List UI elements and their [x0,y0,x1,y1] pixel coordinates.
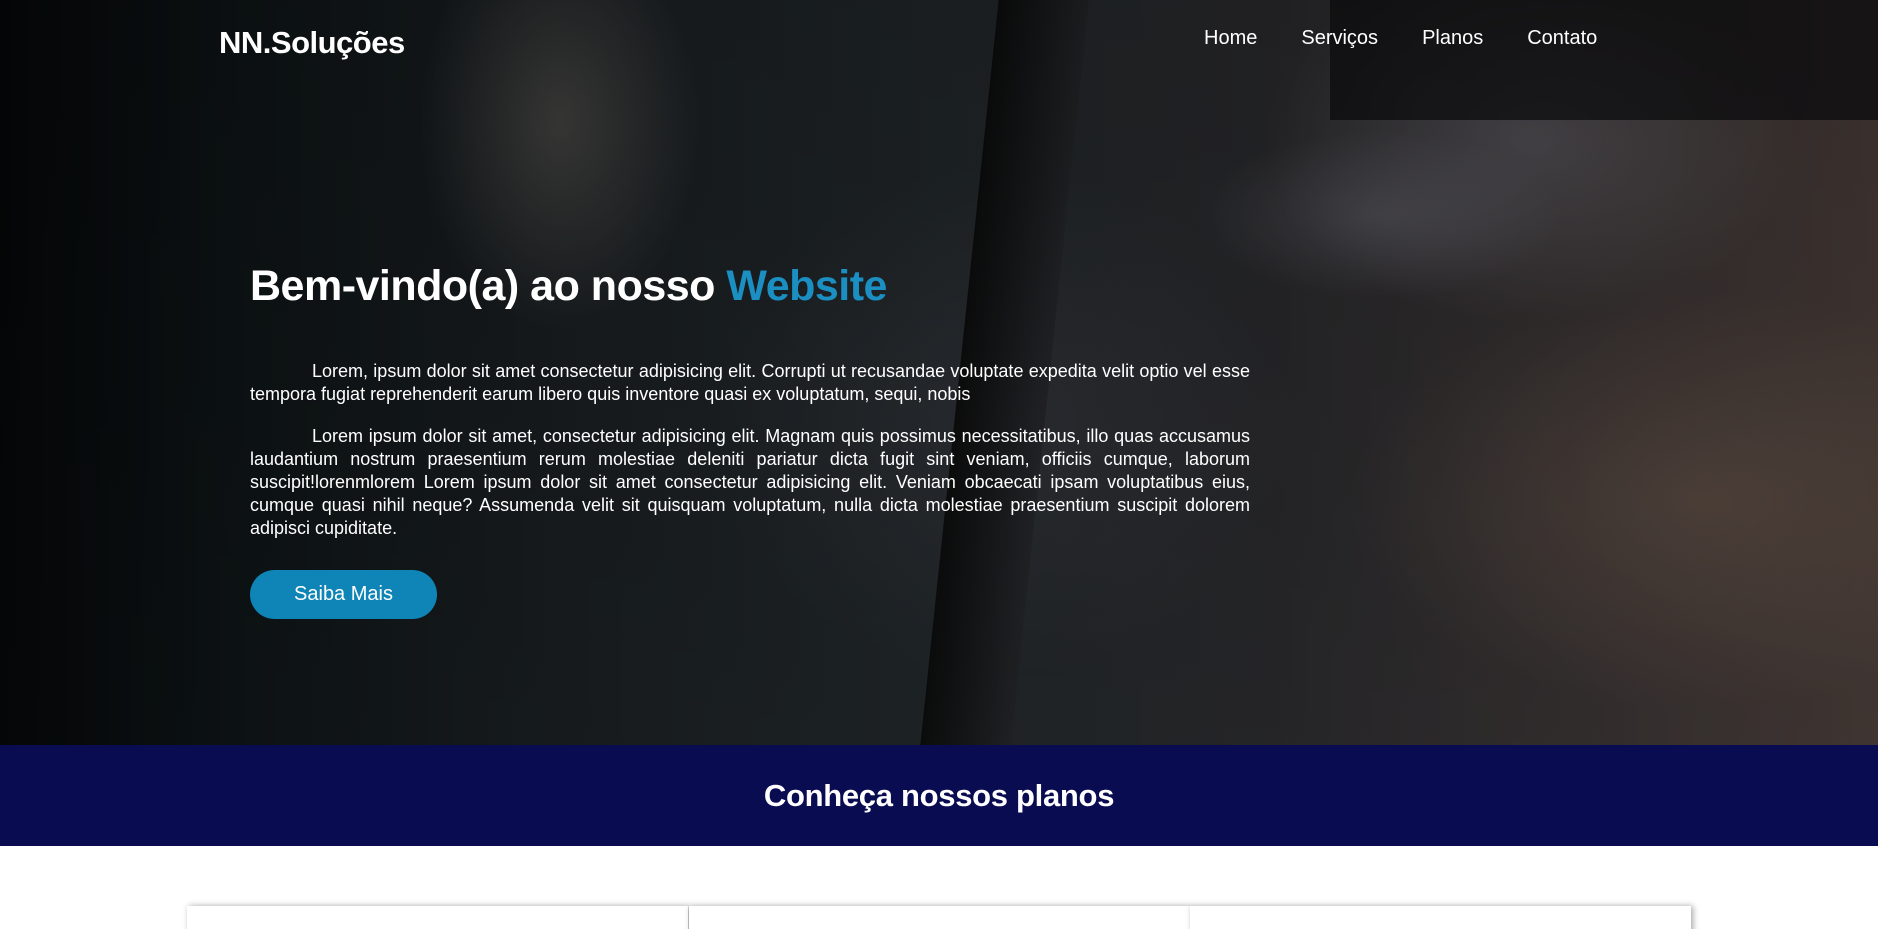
hero-content: Bem-vindo(a) ao nosso Website Lorem, ips… [250,258,1250,619]
nav-contato[interactable]: Contato [1527,26,1597,50]
plans-banner: Conheça nossos planos [0,745,1878,846]
plan-card[interactable] [187,906,688,929]
hero-paragraph-2: Lorem ipsum dolor sit amet, consectetur … [250,426,1250,538]
nav-servicos[interactable]: Serviços [1301,26,1378,50]
plan-card[interactable] [1190,906,1691,929]
plan-card[interactable] [689,906,1190,929]
hero-title-main: Bem-vindo(a) ao nosso [250,262,727,310]
site-logo[interactable]: NN.Soluções [219,25,405,61]
hero-section: NN.Soluções Home Serviços Planos Contato… [0,0,1878,745]
main-nav: Home Serviços Planos Contato [1204,26,1597,50]
hero-paragraph-1: Lorem, ipsum dolor sit amet consectetur … [250,361,1250,404]
hero-title: Bem-vindo(a) ao nosso Website [250,258,1250,314]
saiba-mais-button[interactable]: Saiba Mais [250,570,437,619]
nav-planos[interactable]: Planos [1422,26,1483,50]
plans-cards [187,906,1691,929]
nav-home[interactable]: Home [1204,26,1257,50]
hero-title-accent: Website [726,262,887,310]
plans-heading: Conheça nossos planos [763,777,1115,813]
